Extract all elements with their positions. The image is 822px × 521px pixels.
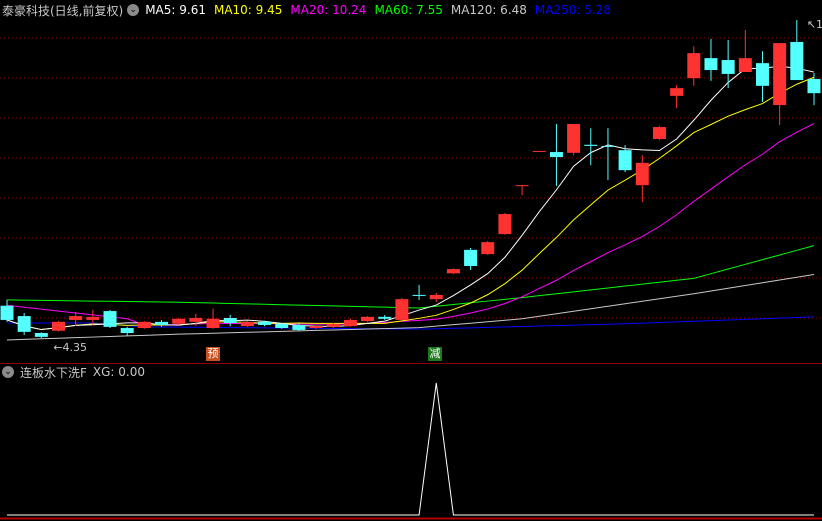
candle-down (223, 318, 237, 324)
candle-down (412, 294, 426, 296)
signal-marker-jian: 减 (428, 347, 442, 361)
indicator-legend: ⌄ 连板水下洗F XG: 0.00 (2, 364, 151, 380)
candle-down (464, 249, 478, 267)
indicator-name: 连板水下洗F (20, 365, 87, 380)
candle-down (618, 150, 632, 171)
kline-chart[interactable]: ←4.35 ↖12 (0, 0, 822, 521)
candle-up (86, 316, 100, 320)
high-price-label: ↖12 (807, 18, 822, 31)
candle-up (326, 323, 340, 327)
candle-down (378, 316, 392, 319)
chevron-down-icon[interactable]: ⌄ (2, 366, 14, 378)
candle-up (687, 53, 701, 79)
candle-down (155, 321, 169, 325)
signal-marker-yu: 预 (206, 347, 220, 361)
candle-up (189, 318, 203, 322)
candle-up (172, 318, 186, 324)
candle-up (635, 162, 649, 186)
xg-value: XG: 0.00 (92, 365, 146, 379)
candle-up (498, 214, 512, 235)
candle-up (52, 321, 66, 331)
candle-down (704, 58, 718, 71)
candle-down (103, 311, 117, 327)
candle-down (549, 152, 563, 158)
candle-up (515, 185, 529, 187)
xg-line (7, 382, 814, 516)
candle-up (309, 326, 323, 329)
candle-down (584, 144, 598, 146)
candle-up (343, 319, 357, 327)
candle-up (773, 43, 787, 106)
candle-up (567, 123, 581, 153)
candle-down (292, 324, 306, 330)
ma20-line (6, 123, 815, 326)
candle-up (652, 127, 666, 139)
candle-up (670, 88, 684, 96)
candle-down (601, 145, 615, 147)
candle-down (120, 328, 134, 334)
ma60-line (6, 245, 815, 309)
candle-down (34, 333, 48, 337)
candle-down (790, 41, 804, 81)
candle-down (275, 323, 289, 329)
candle-up (738, 58, 752, 72)
candle-down (755, 63, 769, 86)
candle-up (429, 294, 443, 300)
candle-down (807, 78, 821, 94)
ma10-line (6, 76, 815, 331)
candle-up (69, 316, 83, 320)
candle-down (721, 60, 735, 74)
candle-up (240, 321, 254, 327)
candle-down (258, 321, 272, 325)
candle-up (395, 299, 409, 320)
candle-up (137, 321, 151, 329)
candle-down (17, 316, 31, 332)
candle-up (361, 316, 375, 322)
candle-up (206, 318, 220, 329)
candle-up (481, 242, 495, 255)
candle-down (0, 305, 14, 320)
candle-up (446, 269, 460, 274)
candle-up (532, 150, 546, 152)
low-price-label: ←4.35 (53, 341, 87, 354)
